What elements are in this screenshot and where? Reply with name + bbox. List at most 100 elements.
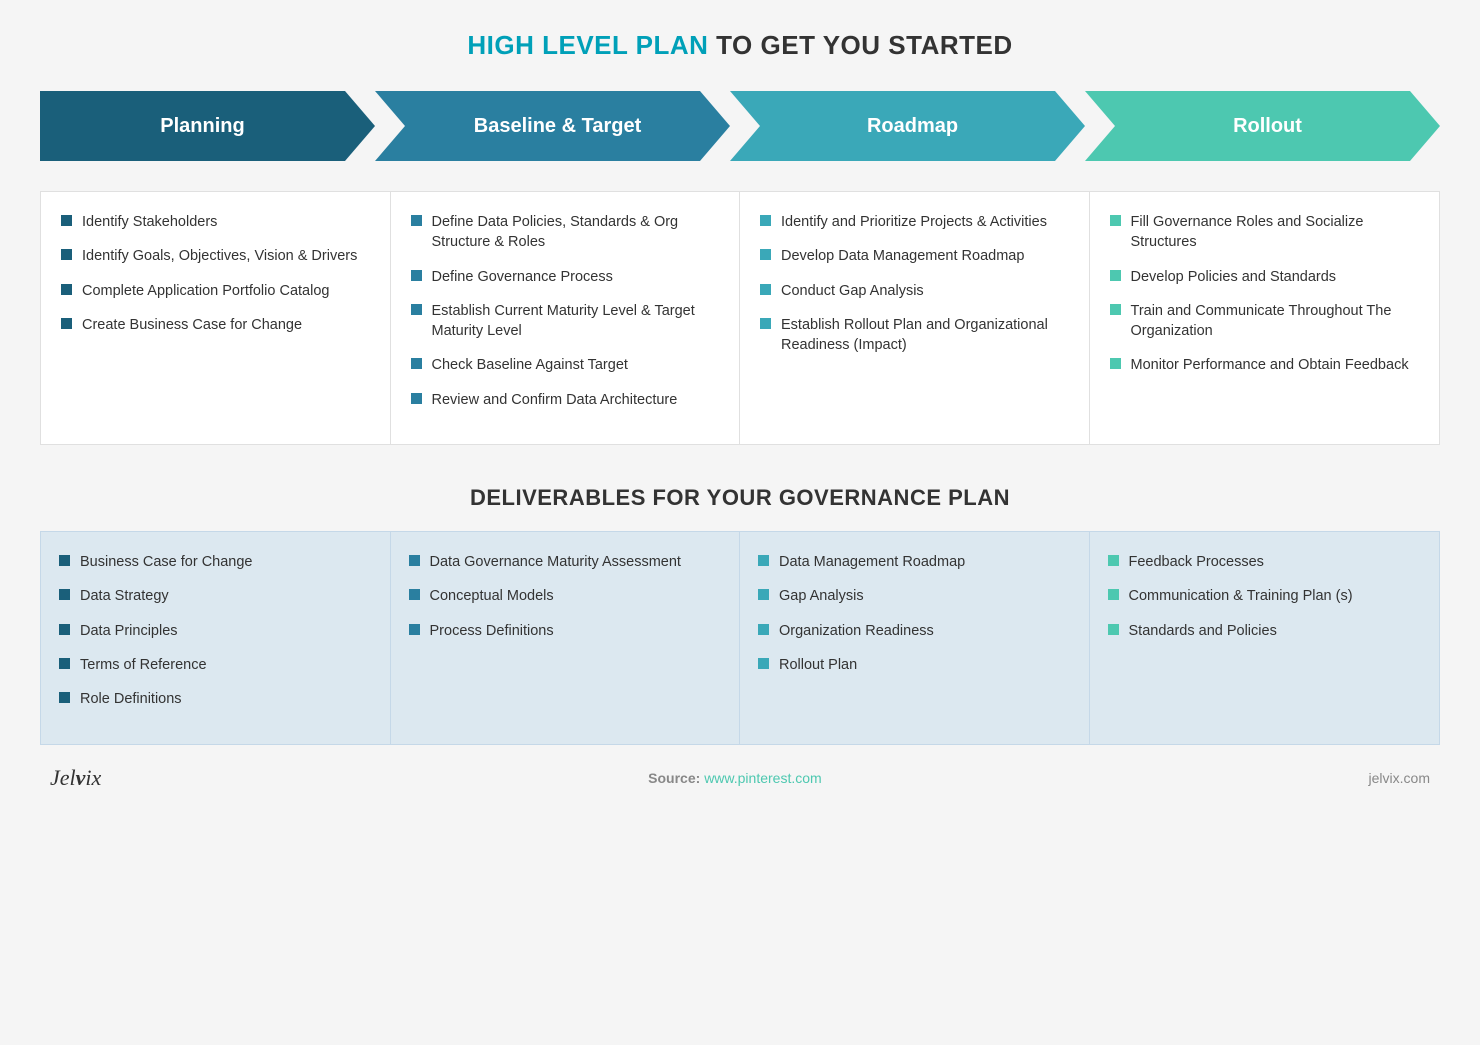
source-label: Source: (648, 770, 700, 786)
arrow-planning: Planning (40, 91, 375, 161)
list-item: Fill Governance Roles and Socialize Stru… (1110, 212, 1420, 253)
bullet-icon (409, 555, 420, 566)
list-item: Organization Readiness (758, 621, 1071, 641)
list-item: Feedback Processes (1108, 552, 1422, 572)
list-item: Communication & Training Plan (s) (1108, 586, 1422, 606)
bullet-icon (59, 589, 70, 600)
list-item: Standards and Policies (1108, 621, 1422, 641)
bullet-icon (409, 589, 420, 600)
bullet-icon (411, 215, 422, 226)
list-item: Identify and Prioritize Projects & Activ… (760, 212, 1069, 232)
plan-list-planning: Identify Stakeholders Identify Goals, Ob… (61, 212, 370, 335)
arrow-baseline-label: Baseline & Target (474, 115, 641, 138)
bullet-icon (61, 318, 72, 329)
bullet-icon (760, 215, 771, 226)
list-item: Data Management Roadmap (758, 552, 1071, 572)
deliv-list-planning: Business Case for Change Data Strategy D… (59, 552, 372, 709)
list-item: Rollout Plan (758, 655, 1071, 675)
list-item: Establish Rollout Plan and Organizationa… (760, 315, 1069, 356)
bullet-icon (1110, 304, 1121, 315)
source-url[interactable]: www.pinterest.com (704, 770, 821, 786)
list-item: Review and Confirm Data Architecture (411, 390, 720, 410)
list-item: Conceptual Models (409, 586, 722, 606)
bullet-icon (1110, 215, 1121, 226)
plan-list-roadmap: Identify and Prioritize Projects & Activ… (760, 212, 1069, 355)
list-item: Role Definitions (59, 689, 372, 709)
bullet-icon (1110, 270, 1121, 281)
plan-col-baseline: Define Data Policies, Standards & Org St… (391, 192, 741, 444)
list-item: Data Strategy (59, 586, 372, 606)
deliv-list-roadmap: Data Management Roadmap Gap Analysis Org… (758, 552, 1071, 675)
arrow-roadmap-label: Roadmap (867, 115, 958, 138)
plan-list-baseline: Define Data Policies, Standards & Org St… (411, 212, 720, 410)
deliv-list-baseline: Data Governance Maturity Assessment Conc… (409, 552, 722, 641)
bullet-icon (59, 624, 70, 635)
bullet-icon (1108, 624, 1119, 635)
list-item: Conduct Gap Analysis (760, 281, 1069, 301)
arrow-banner: Planning Baseline & Target Roadmap Rollo… (40, 91, 1440, 161)
list-item: Monitor Performance and Obtain Feedback (1110, 355, 1420, 375)
bullet-icon (61, 215, 72, 226)
bullet-icon (1110, 358, 1121, 369)
plan-col-planning: Identify Stakeholders Identify Goals, Ob… (41, 192, 391, 444)
bullet-icon (758, 624, 769, 635)
bullet-icon (1108, 555, 1119, 566)
list-item: Create Business Case for Change (61, 315, 370, 335)
list-item: Complete Application Portfolio Catalog (61, 281, 370, 301)
arrow-rollout-label: Rollout (1233, 115, 1302, 138)
deliv-col-roadmap: Data Management Roadmap Gap Analysis Org… (740, 532, 1090, 743)
deliv-col-planning: Business Case for Change Data Strategy D… (41, 532, 391, 743)
plan-col-roadmap: Identify and Prioritize Projects & Activ… (740, 192, 1090, 444)
deliv-col-rollout: Feedback Processes Communication & Train… (1090, 532, 1440, 743)
arrow-baseline: Baseline & Target (375, 91, 730, 161)
footer-logo: Jelvix (50, 765, 101, 791)
list-item: Data Governance Maturity Assessment (409, 552, 722, 572)
footer-source: Source: www.pinterest.com (648, 770, 822, 786)
list-item: Define Data Policies, Standards & Org St… (411, 212, 720, 253)
bullet-icon (758, 658, 769, 669)
bullet-icon (411, 304, 422, 315)
bullet-icon (411, 393, 422, 404)
list-item: Define Governance Process (411, 267, 720, 287)
bullet-icon (411, 270, 422, 281)
bullet-icon (59, 692, 70, 703)
footer: Jelvix Source: www.pinterest.com jelvix.… (40, 765, 1440, 791)
arrow-roadmap: Roadmap (730, 91, 1085, 161)
page-title: HIGH LEVEL PLAN TO GET YOU STARTED (467, 30, 1012, 61)
list-item: Establish Current Maturity Level & Targe… (411, 301, 720, 342)
list-item: Identify Goals, Objectives, Vision & Dri… (61, 246, 370, 266)
list-item: Process Definitions (409, 621, 722, 641)
bullet-icon (758, 589, 769, 600)
title-rest: TO GET YOU STARTED (708, 30, 1012, 60)
plan-list-rollout: Fill Governance Roles and Socialize Stru… (1110, 212, 1420, 376)
bullet-icon (59, 555, 70, 566)
list-item: Develop Policies and Standards (1110, 267, 1420, 287)
bullet-icon (61, 249, 72, 260)
list-item: Develop Data Management Roadmap (760, 246, 1069, 266)
list-item: Train and Communicate Throughout The Org… (1110, 301, 1420, 342)
arrow-rollout: Rollout (1085, 91, 1440, 161)
bullet-icon (61, 284, 72, 295)
bullet-icon (409, 624, 420, 635)
deliv-list-rollout: Feedback Processes Communication & Train… (1108, 552, 1422, 641)
list-item: Check Baseline Against Target (411, 355, 720, 375)
bullet-icon (1108, 589, 1119, 600)
list-item: Gap Analysis (758, 586, 1071, 606)
footer-right: jelvix.com (1369, 770, 1430, 786)
list-item: Data Principles (59, 621, 372, 641)
deliv-col-baseline: Data Governance Maturity Assessment Conc… (391, 532, 741, 743)
list-item: Identify Stakeholders (61, 212, 370, 232)
arrow-planning-label: Planning (160, 115, 244, 138)
bullet-icon (760, 284, 771, 295)
bullet-icon (411, 358, 422, 369)
list-item: Business Case for Change (59, 552, 372, 572)
list-item: Terms of Reference (59, 655, 372, 675)
plan-content-grid: Identify Stakeholders Identify Goals, Ob… (40, 191, 1440, 445)
bullet-icon (760, 318, 771, 329)
deliverables-grid: Business Case for Change Data Strategy D… (40, 531, 1440, 744)
bullet-icon (59, 658, 70, 669)
bullet-icon (760, 249, 771, 260)
bullet-icon (758, 555, 769, 566)
plan-col-rollout: Fill Governance Roles and Socialize Stru… (1090, 192, 1440, 444)
title-highlight: HIGH LEVEL PLAN (467, 30, 708, 60)
